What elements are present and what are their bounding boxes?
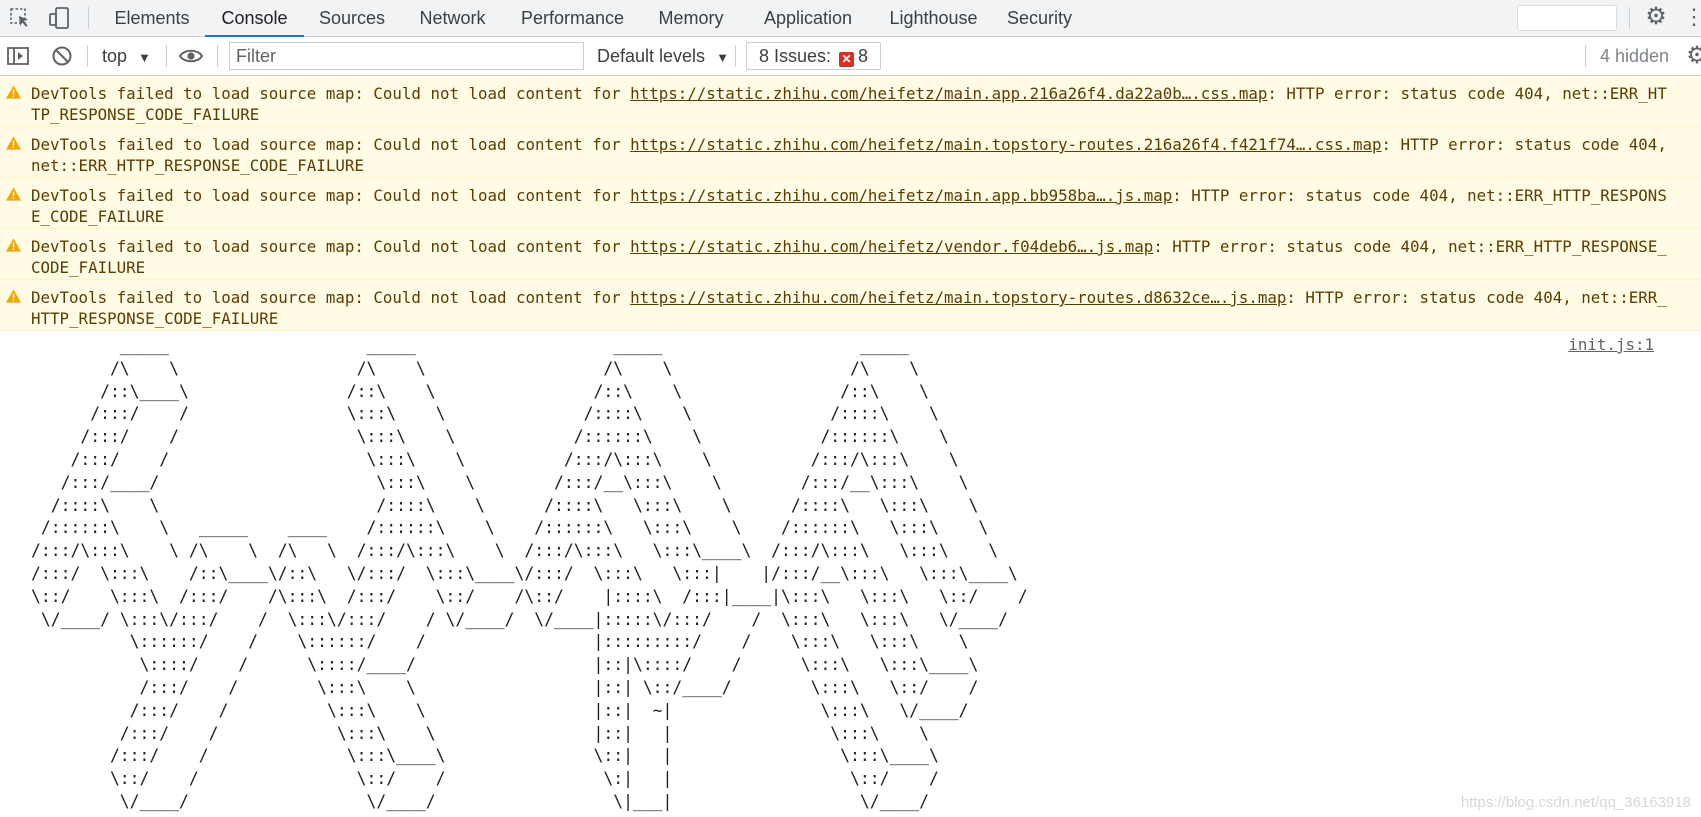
console-log-entry: init.js:1 _____ _____ _____ _____ /\ \ /… xyxy=(0,331,1701,811)
warning-prefix: DevTools failed to load source map: Coul… xyxy=(31,186,631,205)
tab-memory[interactable]: Memory xyxy=(642,0,740,36)
console-messages: DevTools failed to load source map: Coul… xyxy=(0,76,1701,811)
divider xyxy=(1585,45,1586,67)
tab-sources[interactable]: Sources xyxy=(306,0,398,36)
watermark: https://blog.csdn.net/qq_36163918 xyxy=(1460,794,1691,811)
warning-icon xyxy=(6,136,21,150)
console-settings-gear-icon[interactable]: ⚙ xyxy=(1684,43,1701,69)
issues-label: 8 Issues: xyxy=(759,46,832,66)
source-map-link[interactable]: https://static.zhihu.com/heifetz/main.ap… xyxy=(630,186,1172,205)
console-warning: DevTools failed to load source map: Coul… xyxy=(0,127,1701,178)
issues-count: 8 xyxy=(858,46,869,66)
console-toolbar: top ▼ Default levels ▼ 8 Issues: ✕8 4 hid… xyxy=(0,37,1701,76)
console-warning: DevTools failed to load source map: Coul… xyxy=(0,229,1701,280)
warning-prefix: DevTools failed to load source map: Coul… xyxy=(31,288,631,307)
devtools-tab-strip: Elements Console Sources Network Perform… xyxy=(0,0,1701,37)
warning-message: DevTools failed to load source map: Coul… xyxy=(31,135,1671,176)
tab-security[interactable]: Security xyxy=(995,0,1084,36)
divider xyxy=(87,45,88,67)
divider xyxy=(1629,7,1630,29)
console-warning: DevTools failed to load source map: Coul… xyxy=(0,76,1701,127)
device-toolbar-icon[interactable] xyxy=(47,6,71,30)
ascii-art-log: _____ _____ _____ _____ /\ \ /\ \ /\ \ /… xyxy=(31,336,1028,811)
warning-message: DevTools failed to load source map: Coul… xyxy=(31,84,1671,125)
warning-icon xyxy=(6,85,21,99)
more-options-icon[interactable]: ⋮ xyxy=(1683,4,1701,30)
tab-network[interactable]: Network xyxy=(402,0,503,36)
issue-counter-badge[interactable] xyxy=(1517,5,1617,31)
tab-console[interactable]: Console xyxy=(205,0,304,37)
warning-prefix: DevTools failed to load source map: Coul… xyxy=(31,237,631,256)
settings-gear-icon[interactable]: ⚙ xyxy=(1643,4,1669,30)
filter-input[interactable] xyxy=(229,42,584,70)
console-warning: DevTools failed to load source map: Coul… xyxy=(0,178,1701,229)
divider xyxy=(88,7,89,29)
source-map-link[interactable]: https://static.zhihu.com/heifetz/vendor.… xyxy=(630,237,1153,256)
log-source-link[interactable]: init.js:1 xyxy=(1568,335,1654,355)
warning-icon xyxy=(6,289,21,303)
warning-icon xyxy=(6,187,21,201)
sidebar-toggle-icon[interactable] xyxy=(6,44,30,68)
warning-prefix: DevTools failed to load source map: Coul… xyxy=(31,84,631,103)
dropdown-arrow-icon: ▼ xyxy=(716,50,729,65)
source-map-link[interactable]: https://static.zhihu.com/heifetz/main.to… xyxy=(630,135,1381,154)
tab-lighthouse[interactable]: Lighthouse xyxy=(876,0,991,36)
log-levels-dropdown[interactable]: Default levels ▼ xyxy=(597,37,729,75)
log-levels-label: Default levels xyxy=(597,46,706,66)
source-map-link[interactable]: https://static.zhihu.com/heifetz/main.ap… xyxy=(630,84,1267,103)
tab-elements[interactable]: Elements xyxy=(100,0,204,36)
context-label: top xyxy=(102,46,128,66)
warning-message: DevTools failed to load source map: Coul… xyxy=(31,288,1671,329)
warning-message: DevTools failed to load source map: Coul… xyxy=(31,237,1671,278)
divider xyxy=(735,45,736,67)
tab-performance[interactable]: Performance xyxy=(507,0,638,36)
inspect-element-icon[interactable] xyxy=(8,6,32,30)
warning-message: DevTools failed to load source map: Coul… xyxy=(31,186,1671,227)
issues-button[interactable]: 8 Issues: ✕ 8 xyxy=(746,42,882,70)
error-icon: ✕ xyxy=(839,52,855,67)
live-expression-eye-icon[interactable] xyxy=(179,44,203,68)
warning-icon xyxy=(6,238,21,252)
dropdown-arrow-icon: ▼ xyxy=(138,50,151,65)
source-map-link[interactable]: https://static.zhihu.com/heifetz/main.to… xyxy=(630,288,1286,307)
console-warning: DevTools failed to load source map: Coul… xyxy=(0,280,1701,331)
divider xyxy=(217,45,218,67)
hidden-count: 4 hidden xyxy=(1600,46,1670,66)
tab-application[interactable]: Application xyxy=(744,0,872,36)
warning-prefix: DevTools failed to load source map: Coul… xyxy=(31,135,631,154)
context-selector[interactable]: top ▼ xyxy=(102,37,151,75)
divider xyxy=(166,45,167,67)
clear-console-icon[interactable] xyxy=(50,44,74,68)
